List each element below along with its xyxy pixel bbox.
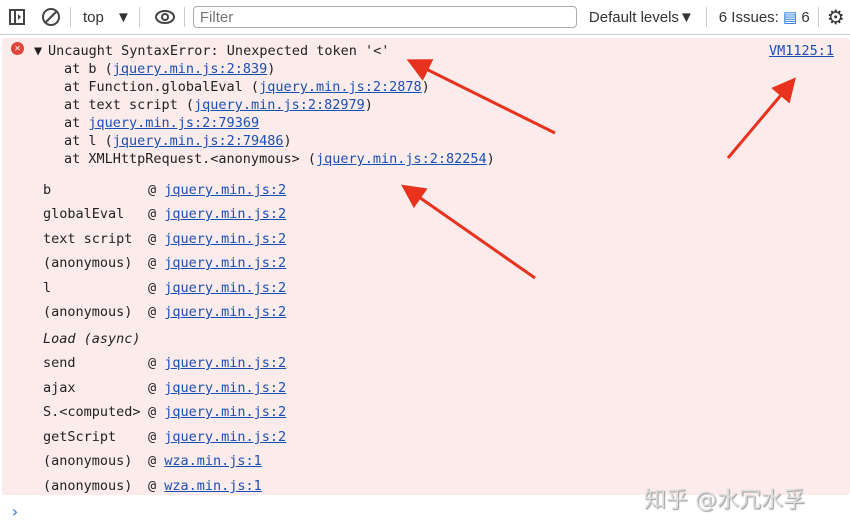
trace-text: ) <box>267 61 276 77</box>
stack-trace-line: at XMLHttpRequest.<anonymous> (jquery.mi… <box>64 151 495 167</box>
trace-text: ) <box>486 151 495 167</box>
call-stack-row: (anonymous) @ wza.min.js:1 <box>43 453 262 469</box>
call-stack-row: S.<computed> @ jquery.min.js:2 <box>43 404 286 420</box>
stack-trace-line: at l (jquery.min.js:2:79486) <box>64 133 292 149</box>
error-message: ✕ ▼ Uncaught SyntaxError: Unexpected tok… <box>2 38 850 495</box>
issue-message-icon: ▤ <box>783 9 798 26</box>
error-source-link[interactable]: VM1125:1 <box>769 43 834 59</box>
error-text: Uncaught SyntaxError: Unexpected token '… <box>48 43 390 59</box>
call-stack-row: text script @ jquery.min.js:2 <box>43 231 286 247</box>
at-sign: @ <box>148 404 165 420</box>
context-select[interactable]: top ▼ <box>83 9 131 26</box>
function-name: ajax <box>43 380 76 396</box>
source-link[interactable]: jquery.min.js:2:82254 <box>316 151 487 167</box>
settings-gear-icon[interactable]: ⚙ <box>827 5 845 30</box>
trace-text: at text script ( <box>64 97 195 113</box>
sidebar-toggle-icon[interactable] <box>6 6 28 28</box>
stack-trace-line: at Function.globalEval (jquery.min.js:2:… <box>64 79 430 95</box>
call-stack-row: globalEval @ jquery.min.js:2 <box>43 206 286 222</box>
source-link[interactable]: wza.min.js:1 <box>164 453 262 469</box>
at-sign: @ <box>148 429 165 445</box>
trace-text: ) <box>283 133 292 149</box>
function-name: (anonymous) <box>43 478 133 494</box>
call-stack-row: l @ jquery.min.js:2 <box>43 280 286 296</box>
call-stack-row: getScript @ jquery.min.js:2 <box>43 429 286 445</box>
source-link[interactable]: jquery.min.js:2:82979 <box>194 97 365 113</box>
console-prompt[interactable]: › <box>10 502 20 521</box>
error-icon: ✕ <box>11 42 24 55</box>
at-sign: @ <box>148 478 165 494</box>
function-name: b <box>43 182 52 198</box>
function-name: S.<computed> <box>43 404 141 420</box>
levels-label: Default levels <box>588 8 679 26</box>
trace-text: at Function.globalEval ( <box>64 79 260 95</box>
chevron-down-icon: ▼ <box>678 8 694 26</box>
at-sign: @ <box>148 380 165 396</box>
call-stack-row: ajax @ jquery.min.js:2 <box>43 380 286 396</box>
call-stack-row: (anonymous) @ jquery.min.js:2 <box>43 255 286 271</box>
call-stack-row: Load (async) <box>43 331 141 347</box>
function-name: globalEval <box>43 206 125 222</box>
eye-icon[interactable] <box>154 6 176 28</box>
call-stack-row: (anonymous) @ jquery.min.js:2 <box>43 304 286 320</box>
function-name: l <box>43 280 52 296</box>
stack-trace-line: at b (jquery.min.js:2:839) <box>64 61 275 77</box>
source-link[interactable]: jquery.min.js:2 <box>164 380 286 396</box>
source-link[interactable]: jquery.min.js:2 <box>164 182 286 198</box>
call-stack-row: b @ jquery.min.js:2 <box>43 182 286 198</box>
source-link[interactable]: jquery.min.js:2 <box>164 404 286 420</box>
at-sign: @ <box>148 255 165 271</box>
at-sign: @ <box>148 355 165 371</box>
trace-text: at b ( <box>64 61 113 77</box>
function-name: (anonymous) <box>43 453 133 469</box>
trace-text: at XMLHttpRequest.<anonymous> ( <box>64 151 316 167</box>
source-link[interactable]: jquery.min.js:2:2878 <box>259 79 422 95</box>
source-link[interactable]: wza.min.js:1 <box>164 478 262 494</box>
console-toolbar: top ▼ Default levels▼ 6 Issues: ▤ 6 ⚙ <box>0 0 850 35</box>
call-stack-row: send @ jquery.min.js:2 <box>43 355 286 371</box>
expand-toggle[interactable]: ▼ <box>34 43 42 59</box>
watermark: 知乎 @水冗水孚 <box>644 488 805 513</box>
trace-text: at <box>64 115 89 131</box>
source-link[interactable]: jquery.min.js:2 <box>164 429 286 445</box>
function-name: getScript <box>43 429 117 445</box>
call-stack-row: (anonymous) @ wza.min.js:1 <box>43 478 262 494</box>
source-link[interactable]: jquery.min.js:2:79486 <box>113 133 284 149</box>
chevron-down-icon: ▼ <box>116 8 131 26</box>
stack-trace-line: at jquery.min.js:2:79369 <box>64 115 259 131</box>
at-sign: @ <box>148 182 165 198</box>
issues-count: 6 <box>801 9 810 26</box>
stack-trace-line: at text script (jquery.min.js:2:82979) <box>64 97 373 113</box>
function-name: text script <box>43 231 133 247</box>
issues-button[interactable]: 6 Issues: ▤ 6 <box>719 8 810 26</box>
at-sign: @ <box>148 453 165 469</box>
issues-label: 6 Issues: <box>718 9 779 26</box>
at-sign: @ <box>148 280 165 296</box>
trace-text: at l ( <box>64 133 113 149</box>
at-sign: @ <box>148 304 165 320</box>
function-name: (anonymous) <box>43 255 133 271</box>
source-link[interactable]: jquery.min.js:2 <box>164 355 286 371</box>
context-label: top <box>83 8 104 26</box>
source-link[interactable]: jquery.min.js:2:839 <box>113 61 267 77</box>
source-link[interactable]: jquery.min.js:2 <box>164 255 286 271</box>
filter-input[interactable] <box>192 6 577 28</box>
source-link[interactable]: jquery.min.js:2 <box>164 206 286 222</box>
function-name: send <box>43 355 76 371</box>
source-link[interactable]: jquery.min.js:2 <box>164 280 286 296</box>
async-label: Load (async) <box>43 331 141 347</box>
source-link[interactable]: jquery.min.js:2:79369 <box>88 115 259 131</box>
trace-text: ) <box>421 79 430 95</box>
log-levels-select[interactable]: Default levels▼ <box>589 9 694 26</box>
at-sign: @ <box>148 206 165 222</box>
source-link[interactable]: jquery.min.js:2 <box>164 231 286 247</box>
clear-console-icon[interactable] <box>40 6 62 28</box>
source-link[interactable]: jquery.min.js:2 <box>164 304 286 320</box>
trace-text: ) <box>364 97 373 113</box>
at-sign: @ <box>148 231 165 247</box>
function-name: (anonymous) <box>43 304 133 320</box>
